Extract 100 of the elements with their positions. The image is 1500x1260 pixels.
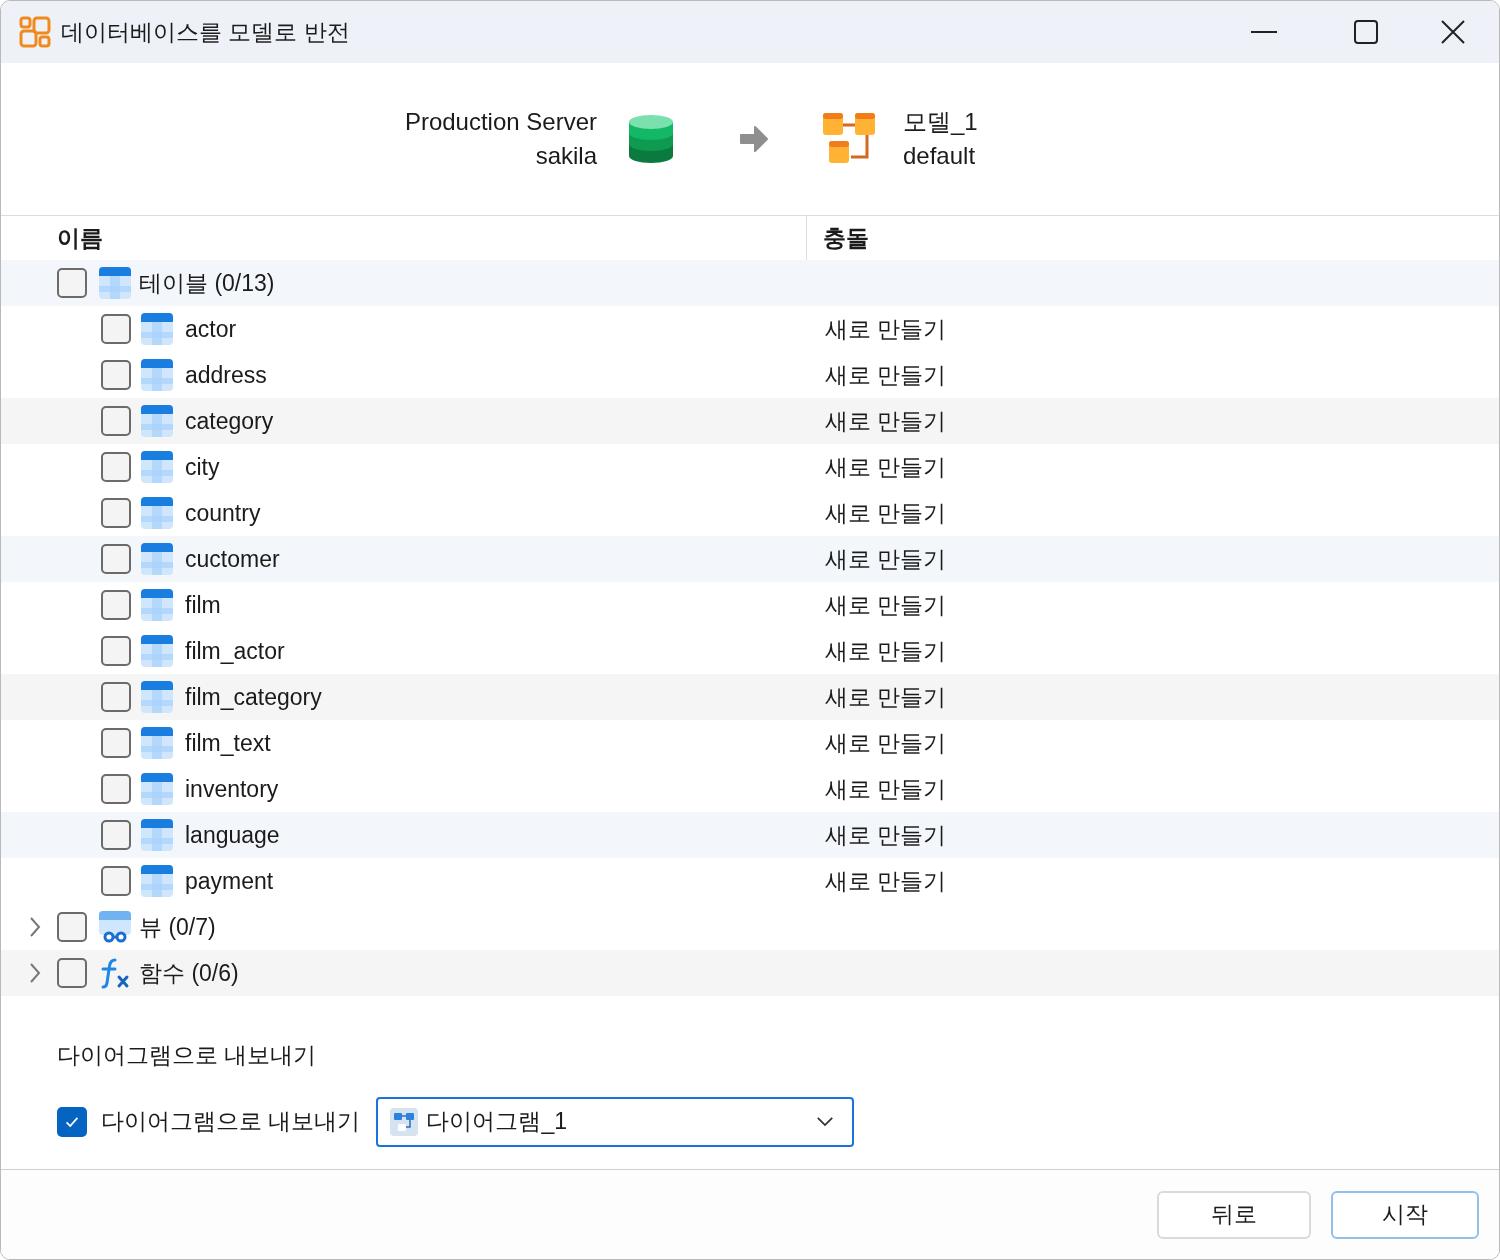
server-name: Production Server	[404, 107, 597, 137]
conflict-text: 새로 만들기	[824, 590, 947, 620]
checkbox[interactable]	[101, 774, 131, 804]
database-icon	[629, 114, 673, 164]
table-name: country	[185, 498, 261, 528]
table-name: film_text	[185, 728, 271, 758]
tree-row[interactable]: category 새로 만들기	[1, 398, 1499, 444]
conflict-text: 새로 만들기	[824, 406, 947, 436]
table-name: city	[185, 452, 220, 482]
tree-row[interactable]: 테이블 (0/13)	[1, 260, 1499, 306]
minimize-icon	[1251, 31, 1277, 33]
tree-row[interactable]: address 새로 만들기	[1, 352, 1499, 398]
conflict-text: 새로 만들기	[824, 728, 947, 758]
table-icon	[141, 819, 173, 851]
diagram-dropdown[interactable]: 다이어그램_1	[376, 1096, 855, 1147]
chevron-right-icon[interactable]	[29, 962, 41, 984]
tree-row[interactable]: film_actor 새로 만들기	[1, 628, 1499, 674]
table-name: payment	[185, 866, 274, 896]
maximize-icon	[1354, 20, 1378, 44]
conflict-text: 새로 만들기	[824, 544, 947, 574]
checkbox[interactable]	[101, 360, 131, 390]
chevron-right-icon[interactable]	[29, 916, 41, 938]
checkbox[interactable]	[57, 912, 87, 942]
view-icon	[99, 911, 131, 943]
table-name: address	[185, 360, 267, 390]
table-icon	[99, 267, 131, 299]
table-icon	[141, 727, 173, 759]
checkbox[interactable]	[101, 728, 131, 758]
tree-row[interactable]: payment 새로 만들기	[1, 858, 1499, 904]
checkbox[interactable]	[101, 452, 131, 482]
column-header[interactable]: 이름	[57, 220, 103, 256]
table-icon	[141, 543, 173, 575]
table-name: language	[185, 820, 280, 850]
tree-row[interactable]: country 새로 만들기	[1, 490, 1499, 536]
table-icon	[141, 359, 173, 391]
conflict-text: 새로 만들기	[824, 360, 947, 390]
checkbox[interactable]	[101, 544, 131, 574]
group-label: 테이블 (0/13)	[139, 268, 275, 298]
checkbox[interactable]	[57, 1106, 87, 1137]
tree-row[interactable]: language 새로 만들기	[1, 812, 1499, 858]
right-arrow-icon	[739, 125, 769, 153]
close-icon	[1441, 20, 1465, 44]
model-name: 모델_1	[903, 107, 979, 137]
tree-row[interactable]: 함수 (0/6)	[1, 950, 1499, 996]
table-name: film_category	[185, 682, 322, 712]
function-icon	[99, 957, 131, 989]
checkbox[interactable]	[101, 314, 131, 344]
conflict-text: 새로 만들기	[824, 866, 947, 896]
tree-row[interactable]: film 새로 만들기	[1, 582, 1499, 628]
app-logo-icon	[19, 16, 51, 48]
checkbox[interactable]	[57, 958, 87, 988]
section-heading: 다이어그램으로 내보내기	[57, 1041, 318, 1070]
conflict-text: 새로 만들기	[824, 636, 947, 666]
tree-row[interactable]: film_category 새로 만들기	[1, 674, 1499, 720]
tree-row[interactable]: inventory 새로 만들기	[1, 766, 1499, 812]
checkbox[interactable]	[101, 636, 131, 666]
table-icon	[141, 773, 173, 805]
database-name: sakila	[535, 141, 597, 171]
group-label: 함수 (0/6)	[139, 958, 239, 988]
table-icon	[141, 865, 173, 897]
conflict-text: 새로 만들기	[824, 498, 947, 528]
table-icon	[141, 589, 173, 621]
table-icon	[141, 635, 173, 667]
checkbox[interactable]	[101, 866, 131, 896]
table-icon	[141, 681, 173, 713]
diagram-icon	[390, 1107, 419, 1136]
dropdown-value: 다이어그램_1	[426, 1107, 567, 1137]
group-label: 뷰 (0/7)	[139, 912, 216, 942]
checkbox[interactable]	[101, 590, 131, 620]
schema-name: default	[903, 141, 977, 171]
table-icon	[141, 451, 173, 483]
table-icon	[141, 497, 173, 529]
conflict-text: 새로 만들기	[824, 774, 947, 804]
checkbox[interactable]	[101, 498, 131, 528]
checkbox[interactable]	[101, 406, 131, 436]
table-name: cuctomer	[185, 544, 280, 574]
table-name: film_actor	[185, 636, 285, 666]
tree-row[interactable]: actor 새로 만들기	[1, 306, 1499, 352]
tree-row[interactable]: cuctomer 새로 만들기	[1, 536, 1499, 582]
tree-row[interactable]: city 새로 만들기	[1, 444, 1499, 490]
column-header[interactable]: 충돌	[823, 224, 869, 251]
conflict-text: 새로 만들기	[824, 452, 947, 482]
checkbox[interactable]	[101, 820, 131, 850]
window-title: 데이터베이스를 모델로 반전	[61, 17, 350, 47]
conflict-text: 새로 만들기	[824, 682, 947, 712]
checkbox[interactable]	[101, 682, 131, 712]
table-name: category	[185, 406, 274, 436]
table-icon	[141, 313, 173, 345]
model-diagram-icon	[823, 113, 875, 165]
table-name: film	[185, 590, 221, 620]
dialog-button[interactable]: 뒤로	[1157, 1190, 1311, 1239]
table-name: actor	[185, 314, 237, 344]
checkbox-label: 다이어그램으로 내보내기	[101, 1107, 361, 1137]
checkbox[interactable]	[57, 268, 87, 298]
dialog-button[interactable]: 시작	[1331, 1190, 1479, 1239]
tree-row[interactable]: 뷰 (0/7)	[1, 904, 1499, 950]
table-icon	[141, 405, 173, 437]
chevron-down-icon	[816, 1116, 835, 1127]
tree-row[interactable]: film_text 새로 만들기	[1, 720, 1499, 766]
conflict-text: 새로 만들기	[824, 820, 947, 850]
